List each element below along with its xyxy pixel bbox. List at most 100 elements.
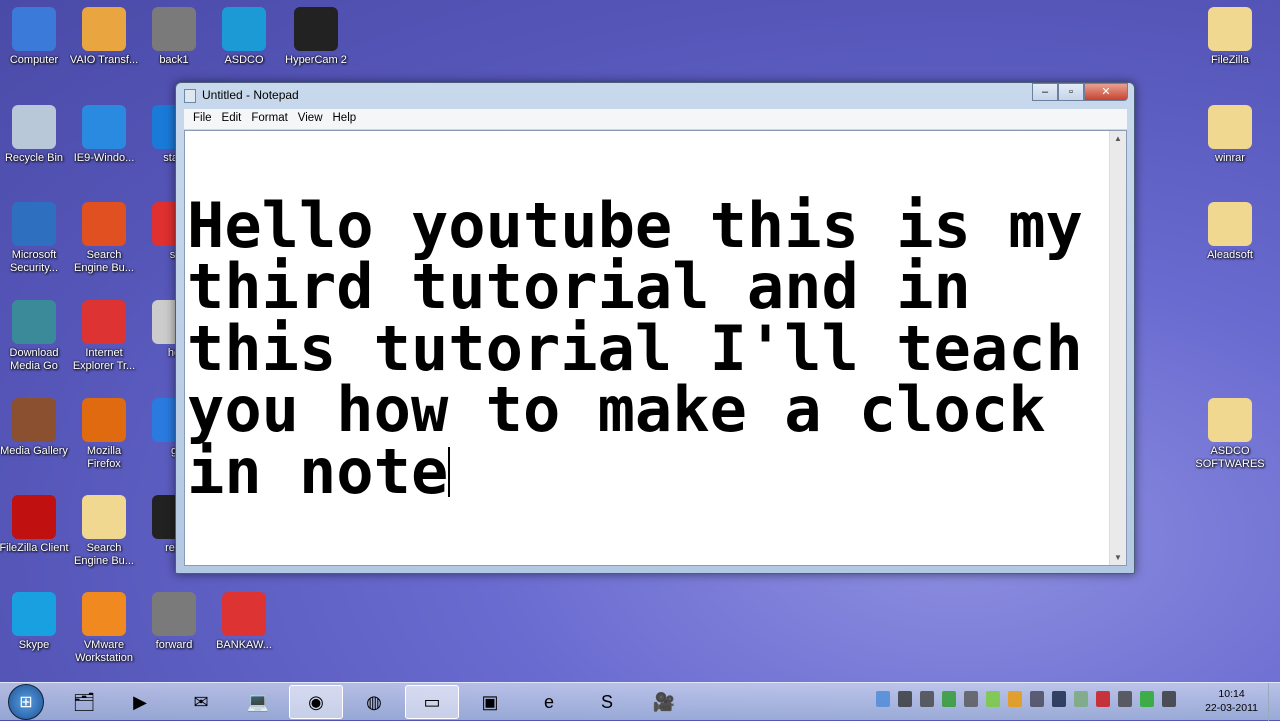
clock-date: 22-03-2011	[1205, 702, 1258, 714]
desktop-icon[interactable]: VAIO Transf...	[69, 7, 139, 67]
folder-icon	[1208, 398, 1252, 442]
notepad-window: Untitled - Notepad – ▫ ✕ File Edit Forma…	[175, 82, 1135, 574]
flag-icon[interactable]	[1118, 691, 1132, 707]
taskbar: ⊞ 🗂 ▶ ✉ 💻 ◉ ◍ ▭ ▣ e S 🎥 10:14 22-03-2011	[0, 682, 1280, 721]
asdco-icon	[222, 7, 266, 51]
desktop-icon-label: Media Gallery	[0, 445, 68, 457]
desktop-icon-label: Internet Explorer Tr...	[72, 347, 136, 372]
ati-icon[interactable]	[1096, 691, 1110, 707]
skype-icon	[12, 592, 56, 636]
desktop-icon-label: FileZilla Client	[0, 542, 69, 554]
text-caret	[448, 446, 451, 497]
vertical-scrollbar[interactable]: ▲ ▼	[1109, 131, 1126, 565]
desktop-icon[interactable]: VMware Workstation	[69, 592, 139, 665]
skype-icon: S	[600, 691, 613, 712]
volume-icon[interactable]	[920, 691, 934, 707]
desktop-icon[interactable]: Recycle Bin	[0, 105, 69, 165]
desktop-icon[interactable]: HyperCam 2	[281, 7, 351, 67]
chrome-icon	[222, 592, 266, 636]
maximize-button[interactable]: ▫	[1058, 83, 1084, 101]
desktop-icon[interactable]: BANKAW...	[209, 592, 279, 652]
window-title: Untitled - Notepad	[202, 88, 299, 102]
desktop-icon[interactable]: Media Gallery	[0, 398, 69, 458]
menu-bar: File Edit Format View Help	[184, 109, 1127, 129]
clock[interactable]: 10:14 22-03-2011	[1205, 687, 1258, 715]
text-line: Hello youtube this is my	[187, 188, 1083, 262]
menu-edit[interactable]: Edit	[217, 109, 247, 129]
desktop-icon-label: forward	[155, 639, 193, 651]
taskbar-vmware[interactable]: ▣	[463, 685, 517, 719]
internet-explorer-icon: e	[543, 691, 554, 712]
signal-icon[interactable]	[1162, 691, 1176, 707]
desktop-icon[interactable]: Mozilla Firefox	[69, 398, 139, 471]
network-tool-icon: 💻	[246, 691, 270, 712]
hypercam-icon: 🎥	[652, 691, 676, 712]
taskbar-outlook[interactable]: ✉	[174, 685, 228, 719]
desktop-icon[interactable]: IE9-Windo...	[69, 105, 139, 165]
text-line: in note	[187, 434, 449, 508]
desktop-icon-label: FileZilla	[1211, 54, 1249, 66]
close-button[interactable]: ✕	[1084, 83, 1128, 101]
text-line: third tutorial and in	[187, 250, 971, 323]
sync-icon[interactable]	[1140, 691, 1154, 707]
security-icon[interactable]	[942, 691, 956, 707]
check-icon[interactable]	[1074, 691, 1088, 707]
taskbar-network-tool[interactable]: 💻	[231, 685, 285, 719]
taskbar-internet-explorer[interactable]: e	[522, 685, 576, 719]
desktop-icon[interactable]: FileZilla	[1195, 7, 1265, 67]
filezilla-icon	[12, 495, 56, 539]
taskbar-explorer[interactable]: 🗂	[57, 685, 111, 719]
taskbar-skype[interactable]: S	[580, 685, 634, 719]
desktop-icon[interactable]: Download Media Go	[0, 300, 69, 373]
taskbar-media-player[interactable]: ▶	[113, 685, 167, 719]
bluetooth-icon[interactable]	[1052, 691, 1066, 707]
laptop-icon[interactable]	[1030, 691, 1044, 707]
minimize-button[interactable]: –	[1032, 83, 1058, 101]
box-icon	[82, 7, 126, 51]
desktop-icon[interactable]: Aleadsoft	[1195, 202, 1265, 262]
desktop-icon[interactable]: ASDCO	[209, 7, 279, 67]
clock-time: 10:14	[1218, 688, 1245, 700]
menu-view[interactable]: View	[293, 109, 328, 129]
text-line: you how to make a clock	[187, 373, 1046, 446]
menu-file[interactable]: File	[188, 109, 217, 129]
chrome-icon	[82, 300, 126, 344]
desktop-icon[interactable]: FileZilla Client	[0, 495, 69, 555]
desktop-icon-label: Search Engine Bu...	[74, 249, 134, 274]
desktop-icon-label: BANKAW...	[216, 639, 272, 651]
desktop-icon[interactable]: Search Engine Bu...	[69, 495, 139, 568]
desktop-icon[interactable]: forward	[139, 592, 209, 652]
start-button[interactable]: ⊞	[8, 684, 44, 720]
taskbar-chrome[interactable]: ◉	[289, 685, 343, 719]
notepad-icon	[184, 89, 196, 103]
desktop-icon[interactable]: Skype	[0, 592, 69, 652]
desktop-icon-label: Download Media Go	[9, 347, 59, 372]
desktop-icon[interactable]: Internet Explorer Tr...	[69, 300, 139, 373]
desktop-icon[interactable]: back1	[139, 7, 209, 67]
desktop-icon[interactable]: winrar	[1195, 105, 1265, 165]
menu-help[interactable]: Help	[328, 109, 362, 129]
menu-format[interactable]: Format	[246, 109, 292, 129]
arrow-right-icon	[152, 592, 196, 636]
vmware-icon: ▣	[481, 691, 499, 712]
firefox-icon: ◍	[366, 691, 382, 712]
show-desktop-button[interactable]	[1268, 683, 1280, 721]
desktop-icon-label: Search Engine Bu...	[74, 542, 134, 567]
text-editor[interactable]: Hello youtube this is my third tutorial a…	[184, 130, 1127, 566]
shield-icon[interactable]	[986, 691, 1000, 707]
desktop-icon[interactable]: Search Engine Bu...	[69, 202, 139, 275]
desktop-icon[interactable]: Microsoft Security...	[0, 202, 69, 275]
desktop-icon-label: VMware Workstation	[75, 639, 133, 664]
power-icon[interactable]	[964, 691, 978, 707]
flash-icon[interactable]	[1008, 691, 1022, 707]
network-icon[interactable]	[876, 691, 890, 707]
taskbar-notepad[interactable]: ▭	[405, 685, 459, 719]
taskbar-firefox[interactable]: ◍	[347, 685, 401, 719]
computer-icon	[12, 7, 56, 51]
taskbar-hypercam[interactable]: 🎥	[637, 685, 691, 719]
desktop-icon[interactable]: ASDCO SOFTWARES	[1195, 398, 1265, 471]
desktop-icon[interactable]: Computer	[0, 7, 69, 67]
media-go-icon	[12, 300, 56, 344]
devices-icon[interactable]	[898, 691, 912, 707]
notepad-icon: ▭	[423, 691, 441, 712]
